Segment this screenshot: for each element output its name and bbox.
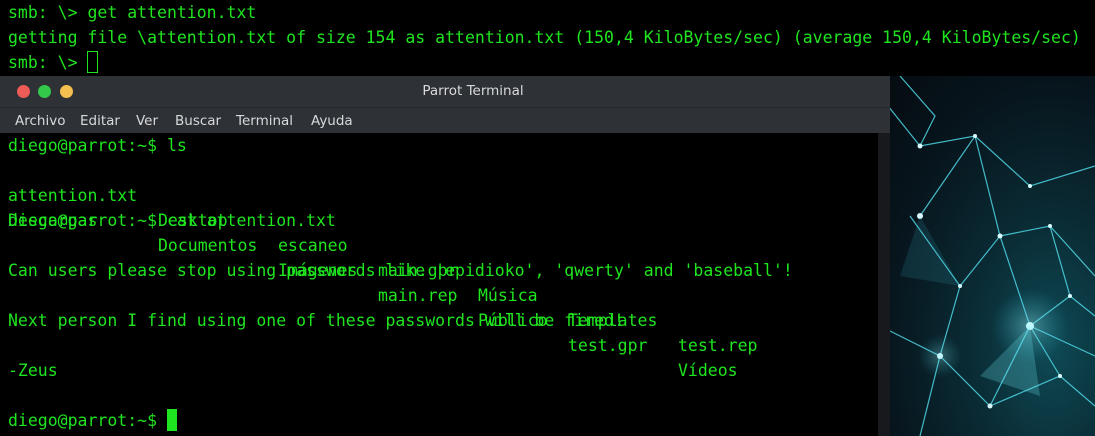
ls-entry: escaneo (278, 236, 348, 255)
ls-output-row: Descargas Documentos Imágenes main.rep P… (8, 183, 878, 380)
desktop-screen: smb: \> get attention.txt getting file \… (0, 0, 1095, 436)
command-text: cat attention.txt (166, 211, 336, 230)
ls-entry: Vídeos (678, 361, 738, 380)
terminal-scrollbar[interactable] (878, 133, 890, 436)
window-title: Parrot Terminal (422, 83, 524, 99)
prompt-line-current: diego@parrot:~$ (8, 408, 177, 433)
menu-editar[interactable]: Editar (80, 108, 120, 134)
ls-entry: test.gpr (568, 336, 648, 355)
file-content-line: Can users please stop using passwords li… (8, 261, 793, 280)
command-text: ls (166, 136, 187, 155)
background-terminal[interactable]: smb: \> get attention.txt getting file \… (0, 0, 1095, 76)
smb-prompt: smb: \> (8, 53, 88, 72)
network-wallpaper-graphic (880, 76, 1095, 436)
prompt-line-ls: diego@parrot:~$ ls (8, 133, 187, 158)
prompt-line-cat: diego@parrot:~$ cat attention.txt (8, 208, 336, 233)
prompt: diego@parrot:~$ (8, 211, 167, 230)
terminal-output[interactable]: diego@parrot:~$ ls attention.txt Desktop… (0, 133, 878, 436)
smb-get-line: smb: \> get attention.txt (8, 3, 257, 22)
prompt: diego@parrot:~$ (8, 136, 167, 155)
menu-bar: Archivo Editar Ver Buscar Terminal Ayuda (0, 107, 890, 134)
parrot-terminal-window[interactable]: Parrot Terminal Archivo Editar Ver Busca… (0, 76, 890, 436)
ls-entry: Música (478, 286, 538, 305)
menu-buscar[interactable]: Buscar (175, 108, 221, 134)
window-titlebar[interactable]: Parrot Terminal (0, 76, 890, 107)
menu-ver[interactable]: Ver (136, 108, 158, 134)
prompt: diego@parrot:~$ (8, 411, 167, 430)
file-content-line: -Zeus (8, 361, 58, 380)
ls-entry: test.rep (678, 336, 758, 355)
smb-cursor (87, 51, 99, 73)
menu-archivo[interactable]: Archivo (15, 108, 65, 134)
menu-terminal[interactable]: Terminal (236, 108, 293, 134)
terminal-cursor (166, 409, 177, 431)
smb-transfer-line: getting file \attention.txt of size 154 … (8, 28, 1081, 47)
smb-prompt-line: smb: \> (8, 50, 99, 75)
file-content-line: Next person I find using one of these pa… (8, 311, 624, 330)
ls-output-row: attention.txt Desktop escaneo main.gpr M… (8, 158, 878, 355)
ls-entry: main.rep (378, 286, 458, 305)
menu-ayuda[interactable]: Ayuda (311, 108, 353, 134)
ls-entry: Documentos (158, 236, 258, 255)
desktop-wallpaper (880, 76, 1095, 436)
